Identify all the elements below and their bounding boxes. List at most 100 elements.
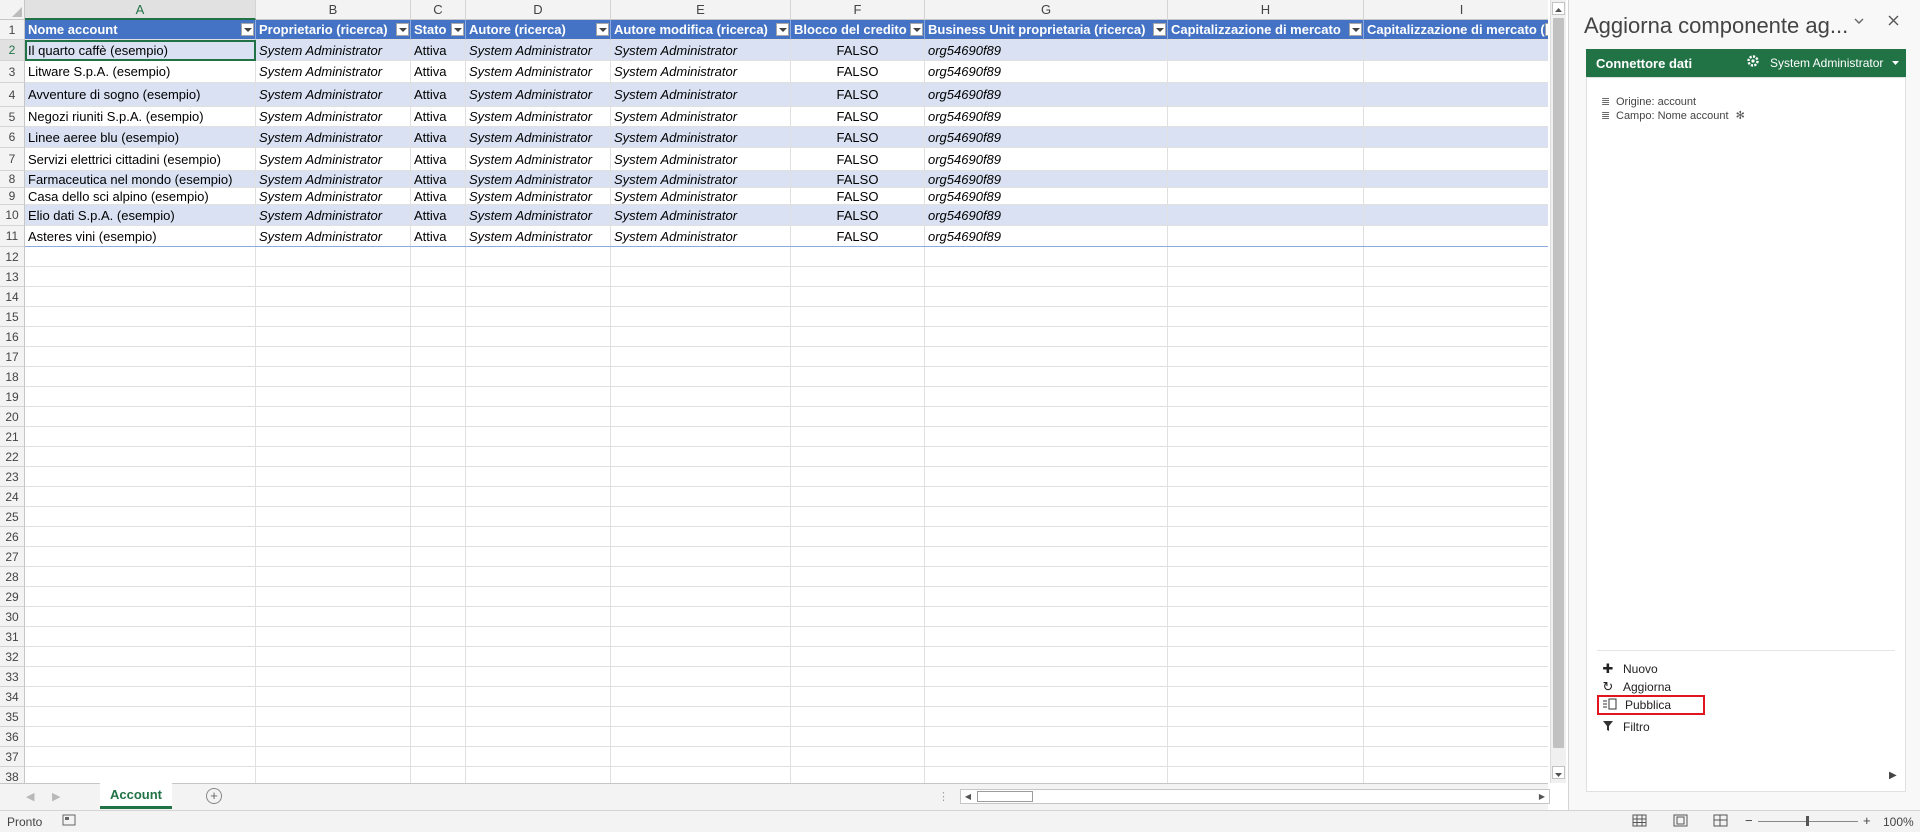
empty-cell[interactable] — [25, 627, 256, 647]
empty-cell[interactable] — [411, 287, 466, 307]
pane-close-icon[interactable] — [1887, 14, 1900, 32]
empty-cell[interactable] — [611, 727, 791, 747]
filter-dropdown-icon[interactable] — [596, 23, 609, 36]
zoom-slider-thumb[interactable] — [1806, 816, 1809, 826]
empty-cell[interactable] — [925, 507, 1168, 527]
empty-cell[interactable] — [791, 507, 925, 527]
table-cell[interactable]: System Administrator — [611, 40, 791, 61]
empty-cell[interactable] — [25, 387, 256, 407]
empty-cell[interactable] — [1364, 487, 1548, 507]
table-cell[interactable]: System Administrator — [466, 226, 611, 247]
row-header-1[interactable]: 1 — [0, 20, 25, 40]
filter-dropdown-icon[interactable] — [396, 23, 409, 36]
page-layout-view-icon[interactable] — [1673, 814, 1688, 831]
empty-cell[interactable] — [25, 267, 256, 287]
table-cell[interactable] — [1364, 83, 1548, 107]
row-header-28[interactable]: 28 — [0, 567, 25, 587]
table-cell[interactable]: Attiva — [411, 107, 466, 127]
empty-cell[interactable] — [791, 387, 925, 407]
empty-cell[interactable] — [1168, 367, 1364, 387]
empty-cell[interactable] — [1168, 467, 1364, 487]
table-cell[interactable] — [1168, 188, 1364, 205]
zoom-in-icon[interactable]: + — [1863, 813, 1871, 828]
row-header-20[interactable]: 20 — [0, 407, 25, 427]
empty-cell[interactable] — [256, 367, 411, 387]
table-cell[interactable]: Attiva — [411, 171, 466, 188]
tab-splitter-icon[interactable]: ⋮ — [938, 790, 949, 803]
empty-cell[interactable] — [466, 347, 611, 367]
empty-cell[interactable] — [466, 647, 611, 667]
empty-cell[interactable] — [1168, 747, 1364, 767]
empty-cell[interactable] — [611, 307, 791, 327]
empty-cell[interactable] — [1168, 507, 1364, 527]
empty-cell[interactable] — [791, 407, 925, 427]
empty-cell[interactable] — [1364, 327, 1548, 347]
row-header-19[interactable]: 19 — [0, 387, 25, 407]
empty-cell[interactable] — [1168, 647, 1364, 667]
table-cell[interactable]: System Administrator — [256, 188, 411, 205]
empty-cell[interactable] — [1168, 487, 1364, 507]
zoom-out-icon[interactable]: − — [1745, 813, 1753, 828]
empty-cell[interactable] — [1364, 267, 1548, 287]
empty-cell[interactable] — [1364, 527, 1548, 547]
filter-dropdown-icon[interactable] — [1545, 23, 1548, 36]
table-cell[interactable] — [1364, 188, 1548, 205]
table-cell[interactable] — [1364, 40, 1548, 61]
empty-cell[interactable] — [411, 407, 466, 427]
empty-cell[interactable] — [25, 507, 256, 527]
table-cell[interactable] — [1168, 127, 1364, 148]
column-header-h[interactable]: H — [1168, 0, 1364, 20]
empty-cell[interactable] — [256, 467, 411, 487]
table-cell[interactable]: System Administrator — [256, 127, 411, 148]
empty-cell[interactable] — [25, 467, 256, 487]
filter-dropdown-icon[interactable] — [1349, 23, 1362, 36]
user-menu[interactable]: System Administrator — [1770, 56, 1900, 70]
row-header-13[interactable]: 13 — [0, 267, 25, 287]
vertical-scrollbar[interactable] — [1550, 0, 1566, 783]
action-refresh[interactable]: ↻ Aggiorna — [1597, 677, 1705, 697]
empty-cell[interactable] — [25, 307, 256, 327]
empty-cell[interactable] — [791, 467, 925, 487]
empty-cell[interactable] — [25, 347, 256, 367]
empty-cell[interactable] — [611, 647, 791, 667]
filter-dropdown-icon[interactable] — [451, 23, 464, 36]
empty-cell[interactable] — [1168, 267, 1364, 287]
table-cell[interactable]: System Administrator — [611, 61, 791, 83]
empty-cell[interactable] — [1168, 427, 1364, 447]
filter-dropdown-icon[interactable] — [241, 23, 254, 36]
empty-cell[interactable] — [791, 667, 925, 687]
spreadsheet-grid[interactable]: A B C D E F G H I 1 2 3 4 5 6 7 8 9 10 11 12 13 14 15 16 17 18 19 20… — [0, 0, 1548, 783]
empty-cell[interactable] — [791, 687, 925, 707]
row-header-12[interactable]: 12 — [0, 247, 25, 267]
empty-cell[interactable] — [925, 687, 1168, 707]
table-header-cell[interactable]: Capitalizzazione di mercato (b — [1364, 20, 1548, 40]
row-header-16[interactable]: 16 — [0, 327, 25, 347]
empty-cell[interactable] — [256, 667, 411, 687]
filter-dropdown-icon[interactable] — [776, 23, 789, 36]
empty-cell[interactable] — [1168, 407, 1364, 427]
table-cell[interactable]: System Administrator — [611, 148, 791, 171]
row-header-34[interactable]: 34 — [0, 687, 25, 707]
empty-cell[interactable] — [411, 267, 466, 287]
empty-cell[interactable] — [466, 287, 611, 307]
row-header-4[interactable]: 4 — [0, 83, 25, 107]
empty-cell[interactable] — [1168, 287, 1364, 307]
empty-cell[interactable] — [466, 727, 611, 747]
empty-cell[interactable] — [256, 627, 411, 647]
empty-cell[interactable] — [411, 567, 466, 587]
table-cell[interactable] — [1168, 171, 1364, 188]
empty-cell[interactable] — [1168, 627, 1364, 647]
empty-cell[interactable] — [611, 267, 791, 287]
row-header-36[interactable]: 36 — [0, 727, 25, 747]
empty-cell[interactable] — [791, 347, 925, 367]
table-cell[interactable] — [1364, 148, 1548, 171]
table-cell[interactable]: FALSO — [791, 226, 925, 247]
empty-cell[interactable] — [925, 547, 1168, 567]
empty-cell[interactable] — [466, 567, 611, 587]
empty-cell[interactable] — [411, 747, 466, 767]
table-cell[interactable]: org54690f89 — [925, 148, 1168, 171]
empty-cell[interactable] — [256, 767, 411, 783]
row-header-18[interactable]: 18 — [0, 367, 25, 387]
empty-cell[interactable] — [1168, 587, 1364, 607]
table-cell[interactable] — [1168, 148, 1364, 171]
